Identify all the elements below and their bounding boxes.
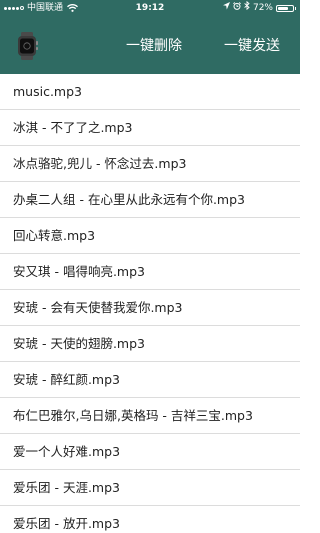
file-list-item[interactable]: 安又琪 - 唱得响亮.mp3 (0, 254, 300, 290)
file-list-item[interactable]: 布仁巴雅尔,乌日娜,英格玛 - 吉祥三宝.mp3 (0, 398, 300, 434)
status-bar: 中国联通 19:12 72% (0, 0, 300, 16)
battery-fill (278, 6, 288, 10)
file-list-item[interactable]: 冰淇 - 不了了之.mp3 (0, 110, 300, 146)
file-list-item[interactable]: 回心转意.mp3 (0, 218, 300, 254)
status-right: 72% (222, 0, 296, 16)
file-list: music.mp3 冰淇 - 不了了之.mp3 冰点骆驼,兜儿 - 怀念过去.mp3… (0, 74, 300, 533)
battery-icon (276, 4, 296, 12)
file-list-item[interactable]: 爱乐团 - 天涯.mp3 (0, 470, 300, 506)
file-list-item[interactable]: music.mp3 (0, 74, 300, 110)
watch-icon (16, 32, 38, 60)
send-all-button[interactable]: 一键发送 (224, 37, 280, 55)
file-list-item[interactable]: 爱一个人好难.mp3 (0, 434, 300, 470)
file-list-item[interactable]: 办桌二人组 - 在心里从此永远有个你.mp3 (0, 182, 300, 218)
file-list-item[interactable]: 冰点骆驼,兜儿 - 怀念过去.mp3 (0, 146, 300, 182)
battery-percent: 72% (252, 3, 273, 13)
screen: 中国联通 19:12 72% 一键删除 一键发送 music.mp3 冰淇 - … (0, 0, 300, 533)
bluetooth-icon (244, 0, 250, 16)
file-list-item[interactable]: 安琥 - 天使的翅膀.mp3 (0, 326, 300, 362)
file-list-item[interactable]: 安琥 - 醉红颜.mp3 (0, 362, 300, 398)
file-list-item[interactable]: 爱乐团 - 放开.mp3 (0, 506, 300, 533)
location-icon (222, 0, 230, 16)
file-list-item[interactable]: 安琥 - 会有天使替我爱你.mp3 (0, 290, 300, 326)
delete-all-button[interactable]: 一键删除 (126, 37, 182, 55)
alarm-icon (233, 0, 241, 16)
header: 一键删除 一键发送 (0, 16, 300, 74)
